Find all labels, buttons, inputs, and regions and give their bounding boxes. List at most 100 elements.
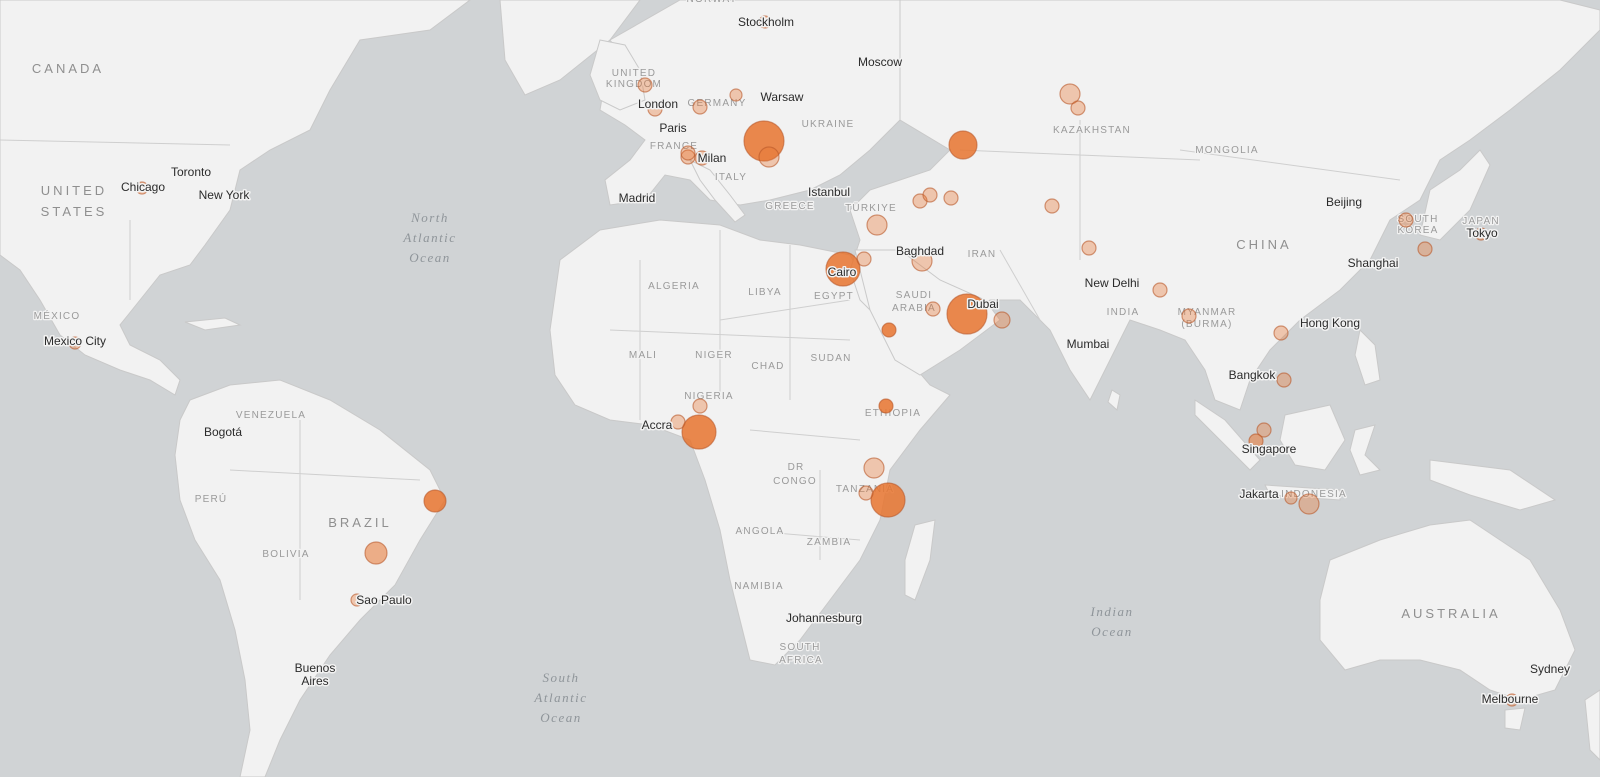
ocean-label-south-atlantic: Ocean	[540, 710, 581, 725]
bubble-marker[interactable]	[1152, 282, 1168, 298]
country-label: STATES	[41, 204, 108, 219]
country-label: INDIA	[1107, 307, 1140, 318]
country-label: BRAZIL	[328, 515, 392, 530]
bubble-marker[interactable]	[881, 322, 897, 338]
country-label: GREECE	[765, 201, 814, 212]
bubble-marker[interactable]	[948, 130, 978, 160]
country-label: LIBYA	[748, 287, 782, 298]
country-label: ALGERIA	[648, 281, 700, 292]
country-label: ETHIOPIA	[865, 408, 921, 419]
country-label: KAZAKHSTAN	[1053, 125, 1131, 136]
country-label: UNITED	[612, 68, 656, 79]
bubble-marker[interactable]	[1273, 325, 1289, 341]
bubble-marker[interactable]	[1044, 198, 1060, 214]
city-label: Mexico City	[44, 334, 106, 348]
city-label: New York	[199, 188, 251, 202]
city-label: Toronto	[171, 165, 211, 179]
bubble-marker[interactable]	[863, 457, 885, 479]
country-label: KINGDOM	[606, 79, 662, 90]
country-label: UNITED	[41, 183, 107, 198]
city-label: Bangkok	[1229, 368, 1277, 382]
bubble-marker[interactable]	[1276, 372, 1292, 388]
bubble-marker[interactable]	[922, 187, 938, 203]
city-label: Warsaw	[761, 90, 804, 104]
country-label: MÉXICO	[34, 309, 81, 322]
country-label: VENEZUELA	[236, 410, 306, 421]
bubble-marker[interactable]	[729, 88, 743, 102]
country-label: NIGERIA	[684, 391, 734, 402]
bubble-marker[interactable]	[1081, 240, 1097, 256]
country-label: CHAD	[751, 361, 784, 372]
city-label: Beijing	[1326, 195, 1362, 209]
city-label: Dubai	[967, 297, 998, 311]
country-label: SAUDI	[896, 290, 933, 301]
country-label: PERÚ	[195, 492, 228, 505]
bubble-marker[interactable]	[993, 311, 1011, 329]
city-label: Jakarta	[1239, 487, 1279, 501]
city-label: Mumbai	[1067, 337, 1110, 351]
ocean-label-south-atlantic: Atlantic	[533, 690, 587, 705]
country-label: ANGOLA	[736, 526, 785, 537]
country-label: NIGER	[695, 350, 733, 361]
city-label: London	[638, 97, 678, 111]
city-label: Sao Paulo	[356, 593, 412, 607]
bubble-marker[interactable]	[637, 77, 653, 93]
bubble-marker[interactable]	[925, 301, 941, 317]
ocean-label-north-atlantic: North	[410, 210, 449, 225]
city-label: Accra	[642, 418, 673, 432]
city-label: Tokyo	[1466, 226, 1498, 240]
country-label: UKRAINE	[802, 119, 855, 130]
ocean-label-south-atlantic: South	[542, 670, 579, 685]
city-label: Aires	[301, 674, 328, 688]
city-label: Istanbul	[808, 185, 850, 199]
bubble-marker[interactable]	[1284, 491, 1298, 505]
city-label: Shanghai	[1348, 256, 1399, 270]
country-label: CONGO	[773, 476, 817, 487]
bubble-marker[interactable]	[670, 414, 686, 430]
bubble-marker[interactable]	[1298, 493, 1320, 515]
ocean-label-north-atlantic: Ocean	[409, 250, 450, 265]
ocean-label-indian: Ocean	[1091, 624, 1132, 639]
country-label: MALI	[629, 350, 657, 361]
ocean-label-north-atlantic: Atlantic	[402, 230, 456, 245]
bubble-marker[interactable]	[1398, 212, 1414, 228]
bubble-marker[interactable]	[943, 190, 959, 206]
bubble-marker[interactable]	[680, 145, 696, 161]
bubble-marker[interactable]	[856, 251, 872, 267]
ocean-label-indian: Indian	[1090, 604, 1134, 619]
bubble-marker[interactable]	[692, 99, 708, 115]
bubble-marker[interactable]	[858, 485, 874, 501]
city-label: Hong Kong	[1300, 316, 1360, 330]
bubble-marker[interactable]	[681, 414, 717, 450]
city-label: Buenos	[295, 661, 336, 675]
bubble-marker[interactable]	[1181, 308, 1197, 324]
country-label: SUDAN	[810, 353, 851, 364]
country-label: BOLIVIA	[262, 549, 309, 560]
country-label: DR	[788, 462, 805, 473]
city-label: Bogotá	[204, 425, 242, 439]
bubble-marker[interactable]	[692, 398, 708, 414]
country-label: ZAMBIA	[807, 537, 851, 548]
bubble-marker[interactable]	[870, 482, 906, 518]
city-label: Chicago	[121, 180, 165, 194]
bubble-marker[interactable]	[1417, 241, 1433, 257]
bubble-marker[interactable]	[758, 146, 780, 168]
city-label: Milan	[698, 151, 727, 165]
city-label: Moscow	[858, 55, 902, 69]
bubble-marker[interactable]	[364, 541, 388, 565]
bubble-marker[interactable]	[878, 398, 894, 414]
country-label: AUSTRALIA	[1401, 606, 1500, 621]
country-label: NAMIBIA	[734, 581, 784, 592]
country-label: CHINA	[1236, 237, 1291, 252]
city-label: Cairo	[828, 265, 857, 279]
city-label: Melbourne	[1482, 692, 1539, 706]
city-label: New Delhi	[1085, 276, 1140, 290]
world-map[interactable]: North Atlantic Ocean South Atlantic Ocean Indi…	[0, 0, 1600, 777]
city-label: Sydney	[1530, 662, 1570, 676]
bubble-marker[interactable]	[1070, 100, 1086, 116]
country-label: IRAN	[968, 249, 997, 260]
city-label: Baghdad	[896, 244, 944, 258]
country-label: EGYPT	[814, 291, 854, 302]
bubble-marker[interactable]	[866, 214, 888, 236]
bubble-marker[interactable]	[423, 489, 447, 513]
